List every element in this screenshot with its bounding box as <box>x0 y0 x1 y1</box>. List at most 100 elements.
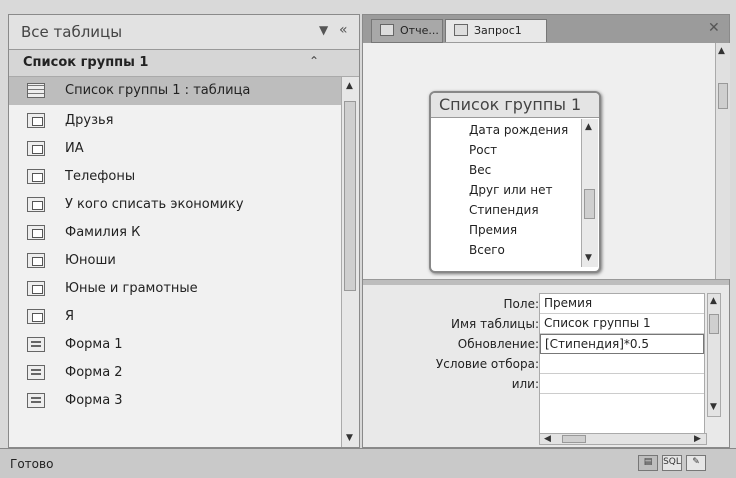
report-icon <box>380 24 394 36</box>
field-list-window[interactable]: Список группы 1 Дата рождения Рост Вес Д… <box>429 91 601 273</box>
scroll-left-icon[interactable]: ◀ <box>544 434 551 444</box>
sql-view-button[interactable]: SQL <box>662 455 682 471</box>
nav-item-label: Юноши <box>65 253 116 268</box>
chevron-up-icon[interactable]: ⌃ <box>309 54 319 68</box>
nav-item-label: Телефоны <box>65 169 136 184</box>
form-icon <box>27 337 45 352</box>
grid-row-label-or: или: <box>511 377 539 391</box>
query-icon <box>27 169 45 184</box>
query-icon <box>27 309 45 324</box>
document-tabs: Отче... Запрос1 ✕ <box>363 15 729 43</box>
tab-label: Запрос1 <box>474 24 522 37</box>
nav-item-table[interactable]: Список группы 1 : таблица <box>9 77 341 105</box>
nav-item-label: Фамилия К <box>65 225 141 240</box>
grid-horizontal-scrollbar[interactable]: ◀ ▶ <box>539 433 707 445</box>
field-list-item[interactable]: Стипендия <box>469 203 539 217</box>
nav-item-label: Форма 1 <box>65 337 123 352</box>
datasheet-view-icon: ▤ <box>643 457 653 467</box>
query-icon <box>27 253 45 268</box>
query-icon <box>27 113 45 128</box>
scroll-up-icon[interactable]: ▲ <box>718 46 725 56</box>
query-design-window: Отче... Запрос1 ✕ Список группы 1 Дата р… <box>362 14 730 448</box>
nav-item-form[interactable]: Форма 2 <box>9 359 341 387</box>
scroll-thumb[interactable] <box>584 189 595 219</box>
query-icon <box>454 24 468 36</box>
navigation-pane: Все таблицы ▼ « Список группы 1 ⌃ Список… <box>8 14 360 448</box>
scroll-right-icon[interactable]: ▶ <box>694 434 701 444</box>
query-design-grid: Поле: Имя таблицы: Обновление: Условие о… <box>363 285 729 447</box>
or-cell[interactable] <box>540 374 704 394</box>
tab-label: Отче... <box>400 24 439 37</box>
query-icon <box>27 141 45 156</box>
nav-item-query[interactable]: У кого списать экономику <box>9 191 341 219</box>
datasheet-view-button[interactable]: ▤ <box>638 455 658 471</box>
field-list-item[interactable]: Вес <box>469 163 491 177</box>
field-list-item[interactable]: Дата рождения <box>469 123 568 137</box>
field-list-scrollbar[interactable]: ▲ ▼ <box>581 119 598 267</box>
field-list-item[interactable]: Друг или нет <box>469 183 553 197</box>
field-list-item[interactable]: Всего <box>469 243 505 257</box>
design-view-button[interactable]: ✎ <box>686 455 706 471</box>
field-cell[interactable]: Премия <box>540 294 704 314</box>
nav-item-query[interactable]: Друзья <box>9 107 341 135</box>
table-icon <box>27 83 45 98</box>
nav-vertical-scrollbar[interactable]: ▲ ▼ <box>341 77 359 447</box>
scroll-down-icon[interactable]: ▼ <box>710 402 717 412</box>
update-to-cell[interactable]: [Стипендия]*0.5 <box>540 334 704 354</box>
table-area-vertical-scrollbar[interactable]: ▲ <box>715 43 730 279</box>
field-list-item[interactable]: Премия <box>469 223 517 237</box>
field-list-title: Список группы 1 <box>439 95 582 114</box>
nav-item-query[interactable]: ИА <box>9 135 341 163</box>
nav-item-query[interactable]: Я <box>9 303 341 331</box>
nav-title: Все таблицы <box>21 23 123 41</box>
scroll-thumb[interactable] <box>709 314 719 334</box>
status-text: Готово <box>10 457 54 471</box>
query-icon <box>27 281 45 296</box>
grid-row-label-table: Имя таблицы: <box>451 317 539 331</box>
nav-item-label: ИА <box>65 141 84 156</box>
nav-item-label: Список группы 1 : таблица <box>65 83 251 98</box>
scroll-up-icon[interactable]: ▲ <box>710 296 717 306</box>
scroll-thumb[interactable] <box>344 101 356 291</box>
close-icon[interactable]: ✕ <box>708 20 720 36</box>
nav-item-label: Друзья <box>65 113 114 128</box>
nav-header[interactable]: Все таблицы ▼ « <box>9 15 359 50</box>
grid-row-label-field: Поле: <box>503 297 539 311</box>
scroll-thumb[interactable] <box>718 83 728 109</box>
scroll-up-icon[interactable]: ▲ <box>585 122 592 132</box>
status-bar: Готово ▤ SQL ✎ <box>0 448 736 478</box>
field-list-item[interactable]: Рост <box>469 143 497 157</box>
nav-item-query[interactable]: Юноши <box>9 247 341 275</box>
nav-item-form[interactable]: Форма 3 <box>9 387 341 415</box>
field-list-title-bar[interactable]: Список группы 1 <box>431 93 599 118</box>
nav-object-list: Список группы 1 : таблица Друзья ИА Теле… <box>9 77 341 447</box>
nav-item-label: Я <box>65 309 75 324</box>
scroll-thumb[interactable] <box>562 435 586 443</box>
nav-group-label: Список группы 1 <box>23 55 149 70</box>
scroll-up-icon[interactable]: ▲ <box>346 81 353 91</box>
query-icon <box>27 197 45 212</box>
scroll-down-icon[interactable]: ▼ <box>346 433 353 443</box>
nav-item-label: У кого списать экономику <box>65 197 244 212</box>
dropdown-icon[interactable]: ▼ <box>319 23 328 37</box>
nav-item-query[interactable]: Фамилия К <box>9 219 341 247</box>
query-icon <box>27 225 45 240</box>
nav-group-header[interactable]: Список группы 1 ⌃ <box>9 50 359 77</box>
tab-report[interactable]: Отче... <box>371 19 443 43</box>
grid-row-label-criteria: Условие отбора: <box>435 357 539 371</box>
nav-item-label: Форма 2 <box>65 365 123 380</box>
field-list: Дата рождения Рост Вес Друг или нет Стип… <box>431 119 581 267</box>
nav-item-form[interactable]: Форма 1 <box>9 331 341 359</box>
grid-vertical-scrollbar[interactable]: ▲ ▼ <box>707 293 721 417</box>
collapse-pane-icon[interactable]: « <box>339 22 348 38</box>
form-icon <box>27 393 45 408</box>
tab-query1[interactable]: Запрос1 <box>445 19 547 42</box>
grid-column: Премия Список группы 1 [Стипендия]*0.5 <box>539 293 705 435</box>
nav-item-query[interactable]: Телефоны <box>9 163 341 191</box>
table-name-cell[interactable]: Список группы 1 <box>540 314 704 334</box>
scroll-down-icon[interactable]: ▼ <box>585 253 592 263</box>
grid-row-label-update: Обновление: <box>457 337 539 351</box>
nav-item-query[interactable]: Юные и грамотные <box>9 275 341 303</box>
criteria-cell[interactable] <box>540 354 704 374</box>
empty-cell[interactable] <box>540 394 704 414</box>
